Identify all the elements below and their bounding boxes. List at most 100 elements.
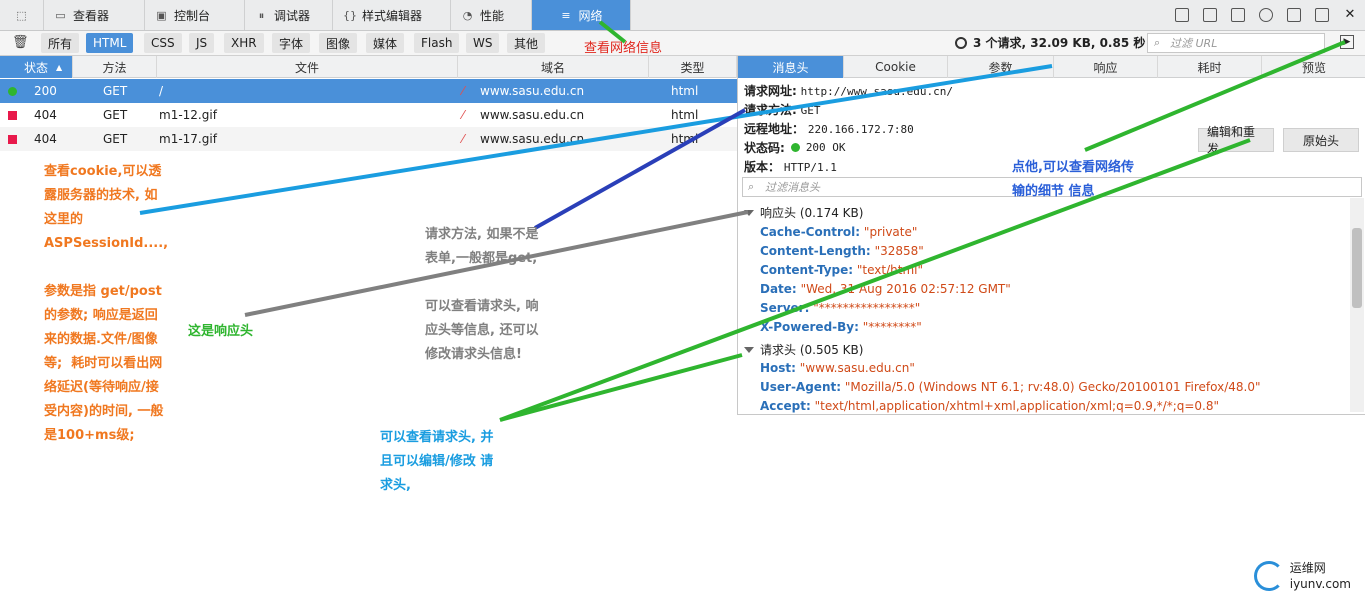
headers-panel: 请求网址: http://www.sasu.edu.cn/ 请求方法: GET …: [737, 78, 1365, 414]
header-value: "Wed, 31 Aug 2016 02:57:12 GMT": [800, 282, 1011, 296]
filter-css-button[interactable]: CSS: [144, 33, 182, 53]
column-status[interactable]: 状态 ▲: [0, 56, 73, 78]
request-url-label: 请求网址:: [744, 84, 797, 98]
raw-headers-button[interactable]: 原始头: [1283, 128, 1359, 152]
row-status: 404: [34, 132, 57, 146]
search-icon: ⌕: [1154, 36, 1161, 49]
filter-url-input[interactable]: 过滤 URL: [1147, 33, 1325, 53]
edit-resend-button[interactable]: 编辑和重发: [1198, 125, 1274, 156]
expand-triangle-icon: [744, 346, 754, 353]
dock-side-icon[interactable]: [1287, 8, 1301, 22]
header-value: "private": [863, 225, 918, 239]
tab-response[interactable]: 响应: [1054, 56, 1158, 78]
filter-ws-button[interactable]: WS: [466, 33, 500, 53]
table-row[interactable]: 404 GET m1-12.gif ⁄ www.sasu.edu.cn html: [0, 103, 737, 127]
tab-debugger[interactable]: ⏸ 调试器: [245, 0, 333, 30]
response-header-row: X-Powered-By: "********": [760, 320, 922, 334]
filter-images-button[interactable]: 图像: [319, 33, 358, 53]
header-name: Cache-Control:: [760, 225, 861, 239]
column-file[interactable]: 文件: [157, 56, 458, 78]
annotation-network-info: 查看网络信息: [584, 41, 663, 56]
filter-html-button[interactable]: HTML: [86, 33, 134, 53]
header-name: Accept:: [760, 399, 811, 413]
row-method: GET: [103, 132, 128, 146]
filter-media-button[interactable]: 媒体: [366, 33, 405, 53]
row-domain: www.sasu.edu.cn: [480, 132, 585, 146]
tab-params[interactable]: 参数: [948, 56, 1054, 78]
response-headers-section[interactable]: 响应头 (0.174 KB): [744, 204, 863, 221]
style-editor-icon: {}: [343, 8, 357, 22]
header-name: Content-Type:: [760, 263, 854, 277]
tab-label: 性能: [480, 8, 505, 23]
insecure-lock-icon: ⁄: [462, 84, 465, 98]
pick-element-icon: ⬚: [16, 8, 27, 22]
tab-headers[interactable]: 消息头: [738, 56, 844, 78]
request-header-row: Accept: "text/html,application/xhtml+xml…: [760, 399, 1219, 413]
header-value: "****************": [813, 301, 921, 315]
column-type[interactable]: 类型: [649, 56, 737, 78]
request-headers-section[interactable]: 请求头 (0.505 KB): [744, 341, 863, 358]
row-type: html: [671, 108, 699, 122]
table-row[interactable]: 200 GET / ⁄ www.sasu.edu.cn html: [0, 79, 737, 103]
detail-tabs: 消息头 Cookie 参数 响应 耗时 预览: [737, 56, 1365, 78]
header-name: Date:: [760, 282, 797, 296]
row-method: GET: [103, 84, 128, 98]
remote-address-label: 远程地址：: [744, 122, 805, 136]
tab-inspector[interactable]: ▭ 查看器: [44, 0, 145, 30]
scrollbar-thumb[interactable]: [1352, 228, 1362, 308]
tab-performance[interactable]: ◔ 性能: [451, 0, 532, 30]
section-title: 请求头 (0.505 KB): [760, 343, 864, 357]
filter-js-button[interactable]: JS: [189, 33, 215, 53]
insecure-lock-icon: ⁄: [462, 108, 465, 122]
headers-scrollbar[interactable]: [1350, 198, 1364, 412]
tab-label: 网络: [578, 8, 603, 23]
tab-console[interactable]: ▣ 控制台: [145, 0, 245, 30]
filter-fonts-button[interactable]: 字体: [272, 33, 311, 53]
filter-other-button[interactable]: 其他: [507, 33, 546, 53]
settings-gear-icon[interactable]: [1259, 8, 1273, 22]
tab-preview[interactable]: 预览: [1262, 56, 1365, 78]
header-name: Server:: [760, 301, 810, 315]
row-domain: www.sasu.edu.cn: [480, 108, 585, 122]
filter-flash-button[interactable]: Flash: [414, 33, 460, 53]
clock-icon: [955, 36, 967, 49]
response-header-row: Server: "****************": [760, 301, 920, 315]
search-icon: ⌕: [748, 180, 755, 193]
header-value: "********": [862, 320, 922, 334]
undock-window-icon[interactable]: [1315, 8, 1329, 22]
console-icon: ▣: [156, 8, 167, 22]
filter-xhr-button[interactable]: XHR: [224, 33, 264, 53]
filter-all-button[interactable]: 所有: [41, 33, 80, 53]
request-header-row: User-Agent: "Mozilla/5.0 (Windows NT 6.1…: [760, 380, 1261, 394]
annotation-response-header: 这是响应头: [188, 324, 254, 339]
version-label: 版本：: [744, 160, 781, 174]
tab-cookie[interactable]: Cookie: [844, 56, 948, 78]
row-status: 200: [34, 84, 57, 98]
trash-clear-icon[interactable]: 🗑: [12, 35, 29, 50]
tab-style-editor[interactable]: {} 样式编辑器: [333, 0, 451, 30]
version-value: HTTP/1.1: [783, 161, 837, 174]
debugger-icon: ⏸: [258, 8, 265, 22]
request-url-row: 请求网址: http://www.sasu.edu.cn/: [744, 82, 953, 99]
devtools-toolbar: ⬚ ▭ 查看器 ▣ 控制台 ⏸ 调试器 {} 样式编辑器 ◔ 性能 ≡ 网络 ✕: [0, 0, 1365, 31]
split-console-icon[interactable]: [1203, 8, 1217, 22]
responsive-mode-icon[interactable]: [1231, 8, 1245, 22]
toolbar-right-icons: ✕: [1175, 0, 1357, 30]
table-row[interactable]: 404 GET m1-17.gif ⁄ www.sasu.edu.cn html: [0, 127, 737, 151]
watermark-en: iyunv.com: [1289, 577, 1351, 591]
pick-element-button[interactable]: ⬚: [0, 0, 44, 30]
request-summary: 3 个请求, 32.09 KB, 0.85 秒: [955, 34, 1145, 51]
header-value: "text/html,application/xhtml+xml,applica…: [814, 399, 1220, 413]
header-value: "32858": [874, 244, 924, 258]
column-method[interactable]: 方法: [73, 56, 157, 78]
tab-timings[interactable]: 耗时: [1158, 56, 1262, 78]
row-file: m1-12.gif: [159, 108, 217, 122]
toggle-sidebar-icon[interactable]: ▶: [1340, 35, 1354, 49]
header-name: X-Powered-By:: [760, 320, 859, 334]
tab-network[interactable]: ≡ 网络: [532, 0, 631, 30]
status-error-icon: [8, 134, 17, 144]
close-icon[interactable]: ✕: [1343, 8, 1357, 22]
dock-layout-icon[interactable]: [1175, 8, 1189, 22]
watermark-cn: 运维网: [1289, 561, 1326, 575]
summary-text: 3 个请求, 32.09 KB, 0.85 秒: [973, 36, 1146, 50]
